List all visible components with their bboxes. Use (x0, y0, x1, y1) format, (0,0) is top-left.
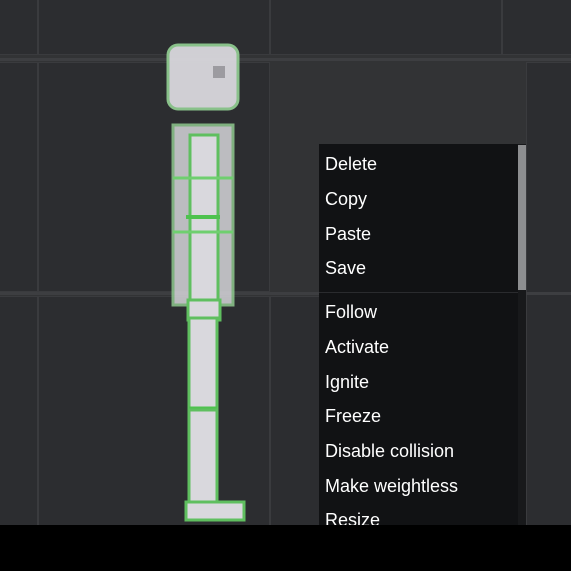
menu-item-follow[interactable]: Follow (325, 296, 377, 328)
ragdoll-head[interactable] (166, 43, 240, 111)
menu-item-copy[interactable]: Copy (325, 183, 367, 215)
menu-item-freeze[interactable]: Freeze (325, 400, 381, 432)
menu-item-delete[interactable]: Delete (325, 148, 377, 180)
ragdoll-legs[interactable] (184, 298, 246, 522)
menu-item-activate[interactable]: Activate (325, 331, 389, 363)
menu-item-make-weightless[interactable]: Make weightless (325, 470, 458, 502)
game-viewport[interactable]: Delete Copy Paste Save Follow Activate I… (0, 0, 571, 525)
menu-item-save[interactable]: Save (325, 252, 366, 284)
context-menu[interactable]: Delete Copy Paste Save Follow Activate I… (319, 144, 526, 525)
bottom-bar (0, 525, 571, 571)
menu-item-paste[interactable]: Paste (325, 218, 371, 250)
menu-item-disable-collision[interactable]: Disable collision (325, 435, 454, 467)
menu-item-resize[interactable]: Resize (325, 504, 380, 525)
menu-scrollbar-thumb[interactable] (518, 145, 526, 290)
menu-divider (319, 292, 518, 293)
menu-item-ignite[interactable]: Ignite (325, 366, 369, 398)
menu-scrollbar[interactable] (518, 144, 526, 525)
ragdoll-torso[interactable] (171, 123, 235, 307)
